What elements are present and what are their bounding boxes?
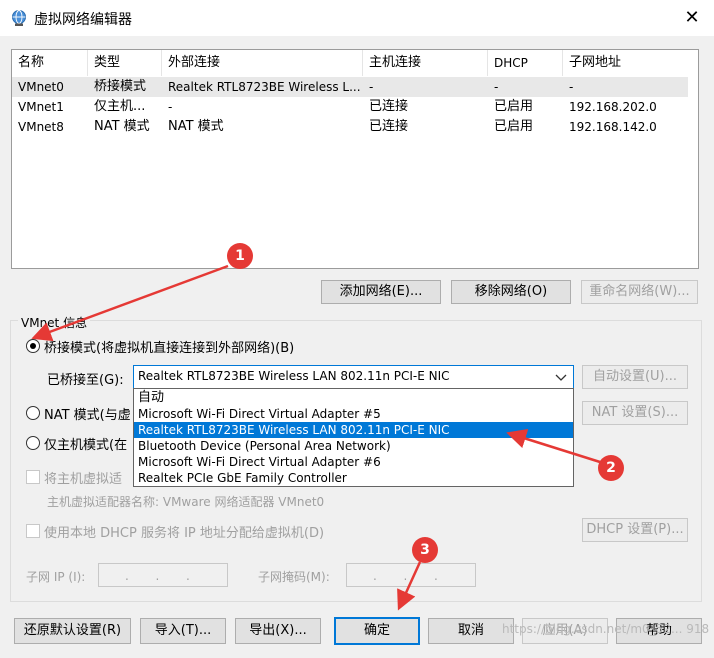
cell-external: Realtek RTL8723BE Wireless L...: [168, 80, 361, 94]
bridged-to-dropdown-list[interactable]: 自动 Microsoft Wi-Fi Direct Virtual Adapte…: [133, 388, 574, 487]
nat-settings-button[interactable]: NAT 设置(S)...: [582, 401, 688, 425]
host-adapter-name: 主机虚拟适配器名称: VMware 网络适配器 VMnet0: [47, 495, 325, 509]
add-network-button[interactable]: 添加网络(E)...: [321, 280, 441, 304]
network-table[interactable]: 名称 类型 外部连接 主机连接 DHCP 子网地址 VMnet0 桥接模式 Re…: [11, 49, 699, 269]
bridged-to-select[interactable]: Realtek RTL8723BE Wireless LAN 802.11n P…: [133, 365, 574, 389]
host-only-radio[interactable]: [26, 436, 40, 450]
dropdown-option[interactable]: 自动: [134, 390, 573, 406]
close-icon: ✕: [684, 7, 700, 28]
nat-mode-radio[interactable]: [26, 406, 40, 420]
restore-defaults-button[interactable]: 还原默认设置(R): [14, 618, 131, 644]
bridge-mode-label[interactable]: 桥接模式(将虚拟机直接连接到外部网络)(B): [44, 337, 294, 356]
dropdown-option-selected[interactable]: Realtek RTL8723BE Wireless LAN 802.11n P…: [134, 422, 573, 438]
column-header-subnet[interactable]: 子网地址: [563, 50, 688, 76]
subnet-ip-input[interactable]: . . .: [98, 563, 228, 587]
column-header-host[interactable]: 主机连接: [363, 50, 488, 76]
subnet-mask-input[interactable]: . . .: [346, 563, 476, 587]
cell-type: 桥接模式: [94, 79, 147, 94]
bridge-mode-radio[interactable]: [26, 339, 40, 353]
cell-external: NAT 模式: [168, 119, 224, 134]
export-button[interactable]: 导出(X)...: [235, 618, 321, 644]
cell-host: 已连接: [369, 99, 409, 114]
column-header-type[interactable]: 类型: [88, 50, 162, 76]
dropdown-option[interactable]: Realtek PCIe GbE Family Controller: [134, 470, 573, 486]
window-title: 虚拟网络编辑器: [34, 12, 132, 28]
cell-subnet: 192.168.142.0: [569, 120, 657, 134]
rename-network-button[interactable]: 重命名网络(W)...: [581, 280, 698, 304]
cell-host: -: [369, 80, 374, 94]
bridged-to-value: Realtek RTL8723BE Wireless LAN 802.11n P…: [138, 369, 450, 383]
cell-name: VMnet1: [18, 100, 64, 114]
nat-mode-label[interactable]: NAT 模式(与虚: [44, 404, 131, 423]
radio-selected-dot: [30, 343, 36, 349]
chevron-down-icon[interactable]: [555, 374, 567, 382]
column-header-dhcp[interactable]: DHCP: [488, 50, 563, 76]
dhcp-settings-button[interactable]: DHCP 设置(P)...: [582, 518, 688, 542]
cell-dhcp: 已启用: [494, 119, 534, 134]
cell-name: VMnet8: [18, 120, 64, 134]
use-dhcp-label[interactable]: 使用本地 DHCP 服务将 IP 地址分配给虚拟机(D): [44, 522, 324, 541]
cell-dhcp: -: [494, 80, 499, 94]
title-bar: 虚拟网络编辑器 ✕: [0, 0, 714, 36]
table-row[interactable]: VMnet0 桥接模式 Realtek RTL8723BE Wireless L…: [12, 77, 688, 97]
cell-type: 仅主机...: [94, 99, 146, 114]
connect-host-adapter-label[interactable]: 将主机虚拟适: [44, 468, 122, 487]
table-row[interactable]: VMnet8 NAT 模式 NAT 模式 已连接 已启用 192.168.142…: [12, 117, 688, 137]
column-header-external[interactable]: 外部连接: [162, 50, 363, 76]
dropdown-option[interactable]: Bluetooth Device (Personal Area Network): [134, 438, 573, 454]
use-dhcp-checkbox[interactable]: [26, 524, 40, 538]
annotation-badge: 3: [412, 537, 438, 563]
vmnet-info-label: VMnet 信息: [18, 314, 91, 331]
cell-type: NAT 模式: [94, 119, 150, 134]
close-button[interactable]: ✕: [670, 2, 714, 34]
dropdown-option[interactable]: Microsoft Wi-Fi Direct Virtual Adapter #…: [134, 406, 573, 422]
subnet-mask-dots: . . .: [373, 569, 438, 583]
cell-external: -: [168, 100, 173, 114]
annotation-badge: 1: [227, 243, 253, 269]
cell-host: 已连接: [369, 119, 409, 134]
watermark-text: https://blog.csdn.net/m0_52... 918: [502, 622, 710, 636]
annotation-badge: 2: [598, 455, 624, 481]
cell-subnet: -: [569, 80, 574, 94]
table-row[interactable]: VMnet1 仅主机... - 已连接 已启用 192.168.202.0: [12, 97, 688, 117]
ok-button[interactable]: 确定: [334, 617, 420, 645]
subnet-mask-label: 子网掩码(M):: [258, 570, 330, 584]
remove-network-button[interactable]: 移除网络(O): [451, 280, 571, 304]
cell-dhcp: 已启用: [494, 99, 534, 114]
dropdown-option[interactable]: Microsoft Wi-Fi Direct Virtual Adapter #…: [134, 454, 573, 470]
auto-settings-button[interactable]: 自动设置(U)...: [582, 365, 688, 389]
network-globe-icon: [12, 10, 26, 26]
connect-host-adapter-checkbox[interactable]: [26, 470, 40, 484]
subnet-ip-dots: . . .: [125, 569, 190, 583]
column-header-name[interactable]: 名称: [12, 50, 88, 76]
bridged-to-label: 已桥接至(G):: [47, 373, 124, 388]
subnet-ip-label: 子网 IP (I):: [26, 570, 86, 584]
host-only-label[interactable]: 仅主机模式(在: [44, 434, 127, 453]
cell-subnet: 192.168.202.0: [569, 100, 657, 114]
cell-name: VMnet0: [18, 80, 64, 94]
import-button[interactable]: 导入(T)...: [140, 618, 226, 644]
